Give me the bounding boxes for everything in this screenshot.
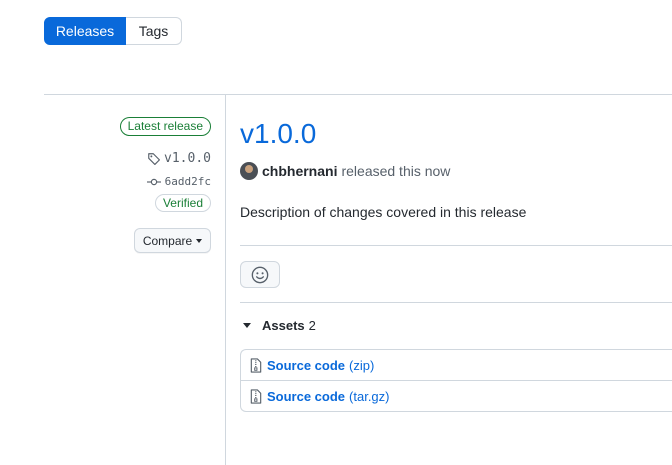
column-divider bbox=[225, 95, 226, 465]
assets-list: Source code (zip) Source code (tar.gz) bbox=[240, 349, 672, 412]
release-tabs: Releases Tags bbox=[44, 17, 182, 45]
assets-count: 2 bbox=[308, 318, 316, 333]
triangle-down-icon bbox=[243, 323, 251, 328]
asset-row[interactable]: Source code (tar.gz) bbox=[241, 380, 672, 411]
tag-link[interactable]: v1.0.0 bbox=[147, 151, 211, 166]
assets-toggle[interactable]: Assets 2 bbox=[243, 318, 316, 333]
divider bbox=[240, 302, 672, 303]
tag-label: v1.0.0 bbox=[164, 151, 211, 166]
compare-label: Compare bbox=[142, 233, 193, 248]
asset-row[interactable]: Source code (zip) bbox=[241, 350, 672, 380]
compare-button[interactable]: Compare bbox=[134, 228, 211, 253]
asset-name: Source code bbox=[267, 388, 346, 404]
commit-icon bbox=[146, 178, 161, 185]
divider bbox=[240, 245, 672, 246]
smiley-icon bbox=[251, 266, 269, 283]
tab-releases[interactable]: Releases bbox=[44, 17, 126, 45]
asset-format: (tar.gz) bbox=[349, 388, 390, 404]
verified-badge[interactable]: Verified bbox=[154, 194, 211, 212]
asset-name: Source code bbox=[267, 357, 346, 373]
assets-title: Assets bbox=[262, 318, 305, 333]
file-zip-icon bbox=[250, 357, 262, 373]
caret-down-icon bbox=[196, 238, 203, 243]
file-zip-icon bbox=[250, 388, 262, 404]
tag-icon bbox=[148, 152, 161, 165]
asset-format: (zip) bbox=[349, 357, 375, 373]
author-link[interactable]: chbhernani bbox=[262, 163, 337, 179]
commit-link[interactable]: 6add2fc bbox=[146, 175, 211, 188]
release-byline: chbhernani released this now bbox=[240, 162, 450, 180]
divider bbox=[44, 94, 672, 95]
commit-sha: 6add2fc bbox=[164, 175, 211, 188]
tab-tags[interactable]: Tags bbox=[126, 17, 182, 45]
avatar[interactable] bbox=[240, 162, 258, 180]
latest-release-badge: Latest release bbox=[119, 117, 211, 136]
release-title[interactable]: v1.0.0 bbox=[240, 117, 316, 151]
release-description: Description of changes covered in this r… bbox=[240, 204, 527, 220]
released-text: released this now bbox=[341, 163, 451, 179]
add-reaction-button[interactable] bbox=[240, 261, 280, 288]
